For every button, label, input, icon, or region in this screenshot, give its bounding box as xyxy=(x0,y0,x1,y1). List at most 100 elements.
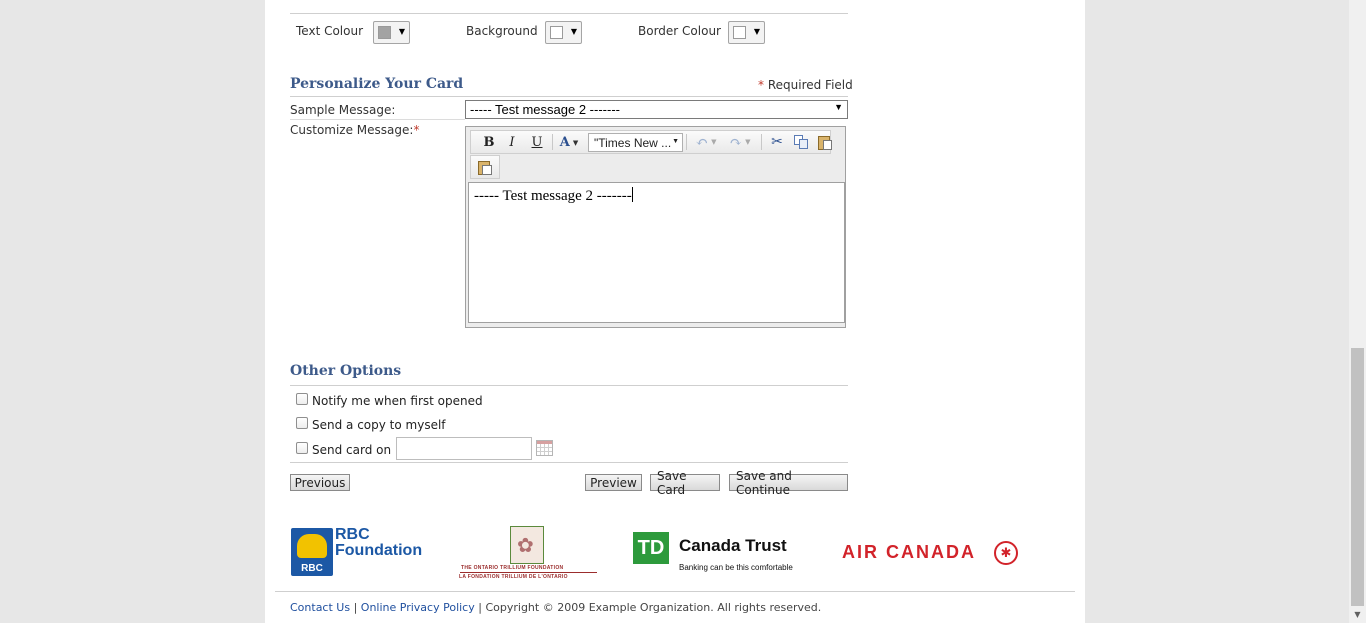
rbc-mark: RBC xyxy=(301,563,323,574)
td-canada-trust-wordmark: Canada Trust xyxy=(679,536,787,555)
text-colour-picker[interactable]: ▼ xyxy=(373,21,410,44)
previous-button[interactable]: Previous xyxy=(290,474,350,491)
required-star: * xyxy=(758,78,764,92)
notify-checkbox[interactable] xyxy=(296,393,308,405)
trillium-rule xyxy=(460,572,597,573)
underline-button[interactable]: U xyxy=(527,133,547,151)
copy-label: Send a copy to myself xyxy=(312,418,446,432)
rbc-logo-icon: RBC xyxy=(291,528,333,576)
required-field-note: * Required Field xyxy=(758,78,853,92)
other-options-title: Other Options xyxy=(290,363,402,379)
text-colour-label: Text Colour xyxy=(296,24,364,38)
redo-icon: ↷ xyxy=(729,133,743,151)
personalize-divider xyxy=(290,96,848,97)
other-options-divider xyxy=(290,385,848,386)
clipboard-icon xyxy=(817,135,833,150)
text-color-icon: A xyxy=(559,134,570,150)
required-field-text: Required Field xyxy=(767,78,853,92)
chevron-down-icon: ▼ xyxy=(745,138,751,146)
td-logo-icon: TD xyxy=(633,532,669,564)
chevron-down-icon: ▼ xyxy=(753,27,760,36)
trillium-flower-icon: ✿ xyxy=(517,533,534,557)
background-colour-picker[interactable]: ▼ xyxy=(545,21,582,44)
contact-us-link[interactable]: Contact Us xyxy=(290,601,350,614)
editor-toolbar: B I U A ▼ "Times New ... ▼ ↶ ▼ ↷ ▼ ✂ xyxy=(470,130,832,154)
maple-leaf-icon: ✱ xyxy=(994,541,1018,565)
message-text-area[interactable]: ----- Test message 2 ------- xyxy=(468,182,845,323)
customize-message-text: Customize Message: xyxy=(290,123,414,137)
text-color-button[interactable]: A ▼ xyxy=(555,133,583,151)
font-family-select[interactable]: "Times New ... ▼ xyxy=(588,133,683,152)
footer-divider xyxy=(275,591,1075,592)
send-on-label: Send card on xyxy=(312,443,392,457)
copy-button[interactable] xyxy=(791,133,811,151)
paste-button[interactable] xyxy=(815,133,835,151)
scissors-icon: ✂ xyxy=(771,134,783,150)
actions-divider xyxy=(290,462,848,463)
copyright-text: Copyright © 2009 Example Organization. A… xyxy=(485,601,822,614)
text-caret xyxy=(631,187,633,202)
copy-icon xyxy=(793,135,809,149)
italic-button[interactable]: I xyxy=(502,133,522,151)
calendar-icon[interactable] xyxy=(536,440,553,456)
chevron-down-icon: ▼ xyxy=(572,137,579,147)
dropdown-arrow-icon: ▼ xyxy=(834,102,843,112)
page-scrollbar[interactable]: ▼ xyxy=(1349,0,1366,623)
rbc-wordmark-line2: Foundation xyxy=(335,542,423,559)
required-star: * xyxy=(413,123,420,137)
scrollbar-thumb[interactable] xyxy=(1351,348,1364,606)
cut-button[interactable]: ✂ xyxy=(767,133,787,151)
border-colour-swatch xyxy=(733,26,746,39)
scroll-down-arrow-icon[interactable]: ▼ xyxy=(1349,606,1366,623)
rbc-foundation-wordmark: RBC Foundation xyxy=(335,527,422,559)
editor-toolbar-row-2 xyxy=(470,155,500,179)
sample-message-value: ----- Test message 2 ------- xyxy=(470,102,620,117)
footer-links: Contact Us | Online Privacy Policy | Cop… xyxy=(290,601,821,614)
toolbar-separator xyxy=(686,134,687,150)
td-tagline: Banking can be this comfortable xyxy=(679,563,793,572)
message-editor: B I U A ▼ "Times New ... ▼ ↶ ▼ ↷ ▼ ✂ ---… xyxy=(465,126,846,328)
chevron-down-icon: ▼ xyxy=(570,27,577,36)
footer-separator: | xyxy=(353,601,358,614)
top-divider xyxy=(290,13,848,14)
save-card-button[interactable]: Save Card xyxy=(650,469,720,497)
footer-separator: | xyxy=(478,601,482,614)
page-content: Text Colour ▼ Background ▼ Border Colour… xyxy=(265,0,1085,623)
redo-button[interactable]: ↷ ▼ xyxy=(725,133,755,151)
air-canada-wordmark: AIR CANADA xyxy=(842,542,976,562)
undo-button[interactable]: ↶ ▼ xyxy=(691,133,721,151)
send-on-checkbox[interactable] xyxy=(296,442,308,454)
background-swatch xyxy=(550,26,563,39)
message-text: ----- Test message 2 ------- xyxy=(474,188,632,204)
bold-button[interactable]: B xyxy=(479,133,499,151)
preview-button[interactable]: Preview xyxy=(585,474,642,491)
save-and-continue-button[interactable]: Save and Continue xyxy=(729,469,848,497)
lion-icon xyxy=(297,534,327,558)
rbc-wordmark-line1: RBC xyxy=(335,526,370,543)
paste-text-button[interactable] xyxy=(475,158,495,176)
trillium-name-fr: LA FONDATION TRILLIUM DE L'ONTARIO xyxy=(459,574,568,580)
border-colour-label: Border Colour xyxy=(638,24,721,38)
text-colour-swatch xyxy=(378,26,391,39)
trillium-name-en: THE ONTARIO TRILLIUM FOUNDATION xyxy=(461,565,564,571)
dropdown-arrow-icon: ▼ xyxy=(672,138,679,145)
toolbar-separator xyxy=(761,134,762,150)
trillium-logo-icon: ✿ xyxy=(510,526,544,564)
copy-checkbox[interactable] xyxy=(296,417,308,429)
background-label: Background xyxy=(466,24,538,38)
personalize-section-title: Personalize Your Card xyxy=(290,76,464,92)
send-date-input[interactable] xyxy=(396,437,532,460)
toolbar-separator xyxy=(552,134,553,150)
sample-message-label: Sample Message: xyxy=(290,103,396,117)
customize-message-label: Customize Message:* xyxy=(290,123,419,137)
privacy-policy-link[interactable]: Online Privacy Policy xyxy=(361,601,475,614)
font-family-value: "Times New ... xyxy=(594,136,672,150)
undo-icon: ↶ xyxy=(695,133,709,151)
border-colour-picker[interactable]: ▼ xyxy=(728,21,765,44)
sample-row-divider xyxy=(290,119,465,120)
chevron-down-icon: ▼ xyxy=(711,138,717,146)
sample-message-select[interactable]: ----- Test message 2 ------- ▼ xyxy=(465,100,848,119)
paste-text-icon xyxy=(477,160,493,175)
notify-label: Notify me when first opened xyxy=(312,394,483,408)
chevron-down-icon: ▼ xyxy=(398,27,405,36)
